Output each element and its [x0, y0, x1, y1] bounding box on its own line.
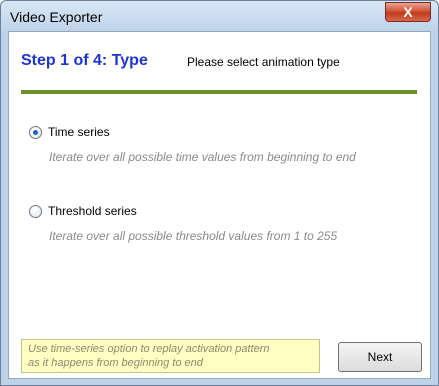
video-exporter-window: Video Exporter X Step 1 of 4: Type Pleas… [0, 0, 439, 386]
next-button[interactable]: Next [338, 342, 422, 372]
title-bar[interactable]: Video Exporter X [1, 1, 438, 31]
threshold-series-radio[interactable] [29, 205, 42, 218]
step-description: Please select animation type [187, 55, 340, 69]
header-divider [21, 90, 417, 94]
close-icon: X [403, 4, 413, 20]
time-series-label[interactable]: Time series [48, 125, 110, 139]
window-title: Video Exporter [10, 9, 103, 25]
close-button[interactable]: X [385, 2, 431, 22]
hint-line-1: Use time-series option to replay activat… [28, 343, 270, 355]
hint-line-2: as it happens from beginning to end [28, 357, 203, 369]
wizard-panel: Step 1 of 4: Type Please select animatio… [8, 31, 431, 379]
time-series-radio[interactable] [29, 126, 42, 139]
step-title: Step 1 of 4: Type [21, 52, 148, 69]
time-series-description: Iterate over all possible time values fr… [49, 150, 356, 164]
threshold-series-description: Iterate over all possible threshold valu… [49, 229, 338, 243]
threshold-series-label[interactable]: Threshold series [48, 204, 137, 218]
hint-box: Use time-series option to replay activat… [21, 339, 320, 373]
wizard-header: Step 1 of 4: Type Please select animatio… [9, 32, 430, 92]
